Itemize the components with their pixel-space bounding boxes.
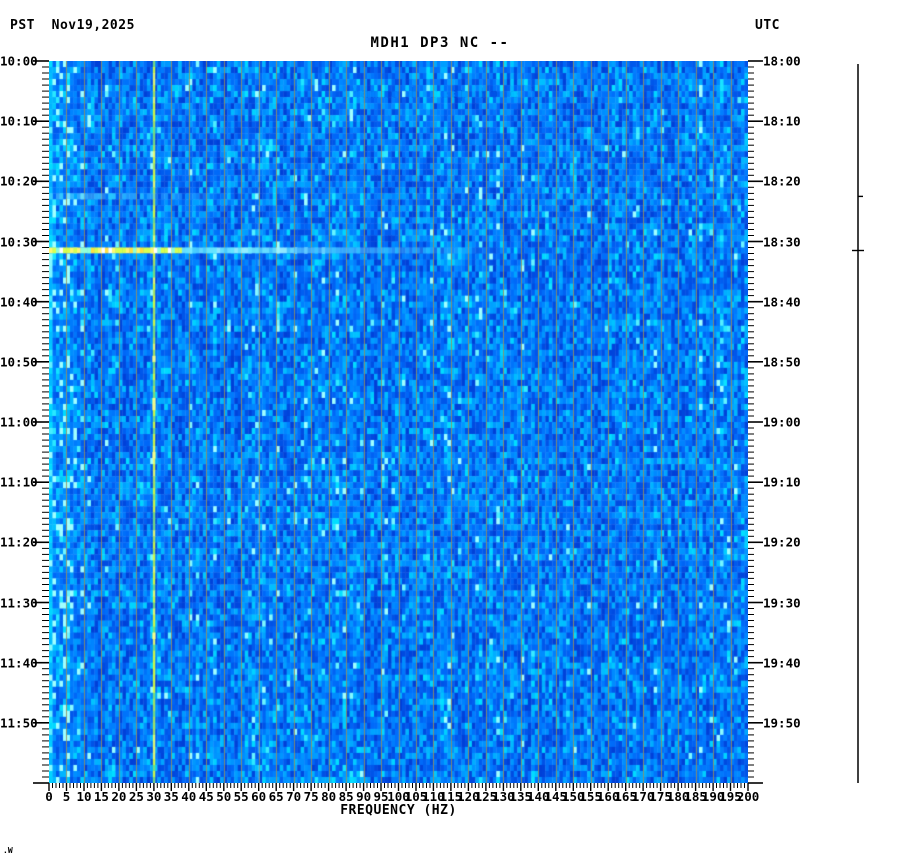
- timezone-left-label: PST: [10, 18, 35, 33]
- right-time-label: 19:40: [763, 655, 801, 671]
- frequency-tick-label: 35: [163, 789, 179, 804]
- frequency-tick-label: 80: [321, 789, 337, 804]
- right-time-label: 19:10: [763, 474, 801, 490]
- chart-title-line1: MDH1 DP3 NC --: [370, 35, 510, 51]
- header-left: PST Nov19,2025: [10, 18, 135, 33]
- left-time-label: 10:00: [0, 53, 38, 69]
- right-time-label: 19:00: [763, 414, 801, 430]
- left-time-label: 10:50: [0, 354, 38, 370]
- left-time-label: 10:40: [0, 294, 38, 310]
- left-time-label: 11:10: [0, 474, 38, 490]
- left-time-label: 11:30: [0, 595, 38, 610]
- timezone-right-label: UTC: [755, 18, 780, 33]
- right-time-label: 18:00: [763, 53, 801, 69]
- frequency-tick-label: 200: [736, 789, 760, 804]
- left-time-label: 11:00: [0, 414, 38, 430]
- frequency-tick-label: 75: [303, 789, 319, 804]
- x-axis-title: FREQUENCY (HZ): [340, 803, 457, 818]
- left-time-label: 11:50: [0, 715, 38, 731]
- right-time-label: 19:50: [763, 715, 801, 731]
- left-time-label: 11:20: [0, 534, 38, 550]
- frequency-tick-label: 40: [181, 789, 197, 804]
- right-time-label: 18:30: [763, 234, 801, 249]
- frequency-tick-label: 50: [216, 789, 232, 804]
- left-time-label: 10:10: [0, 113, 38, 129]
- frequency-tick-label: 0: [45, 789, 53, 804]
- frequency-tick-label: 5: [62, 789, 71, 804]
- frequency-tick-label: 20: [111, 789, 127, 804]
- frequency-tick-label: 45: [198, 789, 214, 804]
- spectrogram-canvas: [49, 61, 748, 783]
- spectrogram-page: PST Nov19,2025 MDH1 DP3 NC -- (Mammoth D…: [0, 0, 902, 864]
- left-time-label: 10:20: [0, 173, 38, 189]
- frequency-tick-label: 65: [268, 789, 284, 804]
- frequency-tick-label: 10: [76, 789, 92, 804]
- frequency-tick-label: 85: [338, 789, 354, 804]
- date-label: Nov19,2025: [51, 18, 135, 33]
- right-time-label: 19:30: [763, 595, 801, 610]
- right-time-label: 19:20: [763, 534, 801, 550]
- right-time-label: 18:50: [763, 354, 801, 370]
- right-time-label: 18:10: [763, 113, 801, 129]
- frequency-tick-label: 15: [93, 789, 109, 804]
- header-spacer: [35, 18, 52, 33]
- frequency-tick-label: 90: [356, 789, 372, 804]
- right-time-label: 18:20: [763, 173, 801, 189]
- frequency-tick-label: 25: [128, 789, 144, 804]
- left-time-label: 11:40: [0, 655, 38, 671]
- frequency-tick-label: 60: [251, 789, 267, 804]
- watermark: .W: [3, 846, 13, 855]
- frequency-tick-label: 70: [286, 789, 302, 804]
- left-time-label: 10:30: [0, 234, 38, 249]
- frequency-tick-label: 30: [146, 789, 162, 804]
- right-time-label: 18:40: [763, 294, 801, 310]
- frequency-tick-label: 55: [233, 789, 249, 804]
